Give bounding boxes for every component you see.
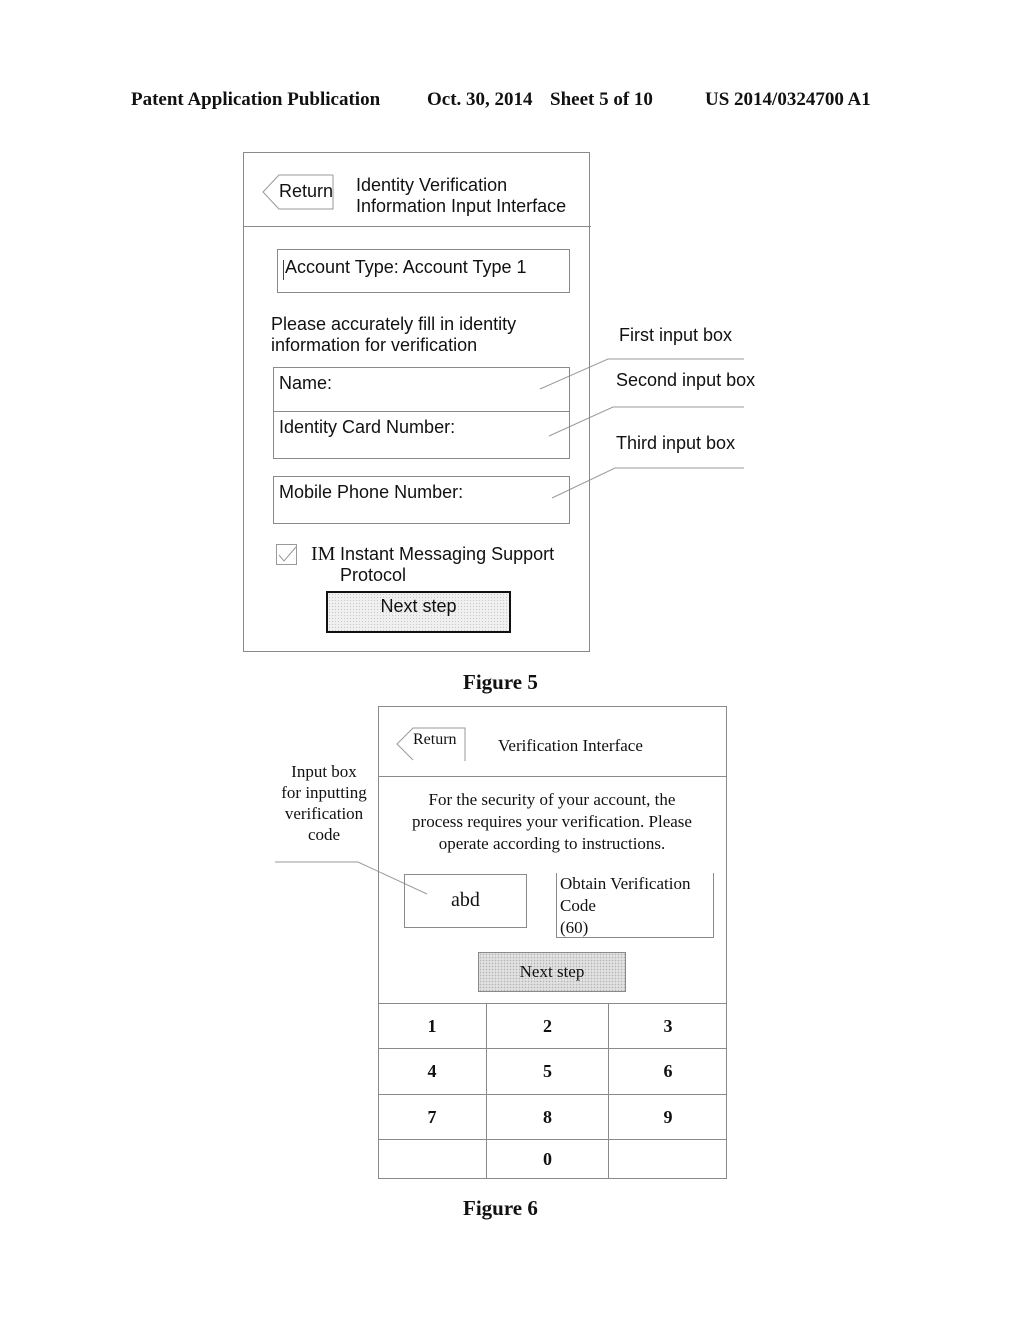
name-input[interactable]: Name: — [279, 373, 564, 407]
publication-label: Patent Application Publication — [131, 89, 381, 110]
annotation-line3: verification — [284, 804, 364, 823]
code-input-annotation: Input box for inputting verification cod… — [270, 761, 378, 845]
key-7[interactable]: 7 — [378, 1095, 487, 1140]
screen-title: Identity Verification Information Input … — [356, 175, 566, 217]
callout-second-input-box: Second input box — [616, 370, 756, 390]
key-blank-left — [378, 1140, 487, 1179]
key-4[interactable]: 4 — [378, 1049, 487, 1095]
key-blank-right — [609, 1140, 727, 1179]
countdown-timer: (60) — [560, 918, 589, 937]
figure-6-caption: Figure 6 — [463, 1196, 538, 1220]
instruction-line2: information for verification — [271, 335, 478, 355]
figure-5-caption: Figure 5 — [463, 670, 538, 694]
protocol-link[interactable]: Instant Messaging Support Protocol — [340, 544, 554, 586]
return-button[interactable]: Return — [396, 727, 468, 761]
key-6[interactable]: 6 — [609, 1049, 727, 1095]
return-label: Return — [279, 181, 334, 201]
security-line1: For the security of your account, the — [428, 790, 676, 809]
key-2[interactable]: 2 — [487, 1004, 609, 1049]
verification-code-input[interactable]: abd — [404, 874, 527, 928]
key-9[interactable]: 9 — [609, 1095, 727, 1140]
protocol-line2: Protocol — [340, 565, 407, 585]
screen-title-line2: Information Input Interface — [356, 196, 567, 216]
annotation-line1: Input box — [291, 762, 357, 781]
obtain-code-line1: Obtain Verification — [560, 874, 691, 893]
numeric-keypad: 1 2 3 4 5 6 7 8 9 0 — [378, 1003, 727, 1179]
key-1[interactable]: 1 — [378, 1004, 487, 1049]
account-type-select[interactable]: Account Type: Account Type 1 — [277, 249, 570, 293]
screen-title-line1: Identity Verification — [356, 175, 508, 195]
security-line2: process requires your verification. Plea… — [412, 812, 692, 831]
publication-date: Oct. 30, 2014 — [427, 89, 533, 110]
protocol-checkbox[interactable] — [276, 544, 297, 565]
annotation-line2: for inputting — [281, 783, 367, 802]
key-0[interactable]: 0 — [487, 1140, 609, 1179]
checkmark-icon — [276, 544, 297, 565]
id-card-input[interactable]: Identity Card Number: — [279, 417, 564, 455]
security-message: For the security of your account, the pr… — [390, 789, 714, 855]
key-8[interactable]: 8 — [487, 1095, 609, 1140]
input-divider — [273, 411, 570, 412]
im-prefix: IM — [311, 543, 336, 565]
return-label: Return — [413, 731, 457, 748]
title-bar-divider — [378, 776, 727, 777]
obtain-code-button[interactable]: Obtain Verification Code (60) — [556, 873, 714, 938]
instruction-line1: Please accurately fill in identity — [271, 314, 517, 334]
instruction-text: Please accurately fill in identity infor… — [271, 314, 516, 356]
security-line3: operate according to instructions. — [438, 834, 666, 853]
key-5[interactable]: 5 — [487, 1049, 609, 1095]
key-3[interactable]: 3 — [609, 1004, 727, 1049]
callout-first-input-box: First input box — [619, 325, 733, 345]
text-cursor — [283, 260, 284, 280]
title-bar-divider — [243, 226, 591, 227]
next-step-button[interactable]: Next step — [478, 952, 626, 992]
protocol-line1: Instant Messaging Support — [340, 544, 555, 564]
screen-title: Verification Interface — [498, 736, 643, 755]
obtain-code-line2: Code — [560, 896, 596, 915]
next-step-button[interactable]: Next step — [326, 591, 511, 633]
annotation-line4: code — [307, 825, 341, 844]
patent-number: US 2014/0324700 A1 — [705, 89, 871, 110]
return-button[interactable]: Return — [262, 174, 334, 210]
mobile-phone-input[interactable]: Mobile Phone Number: — [279, 482, 564, 520]
callout-third-input-box: Third input box — [616, 433, 736, 453]
sheet-number: Sheet 5 of 10 — [550, 89, 653, 110]
